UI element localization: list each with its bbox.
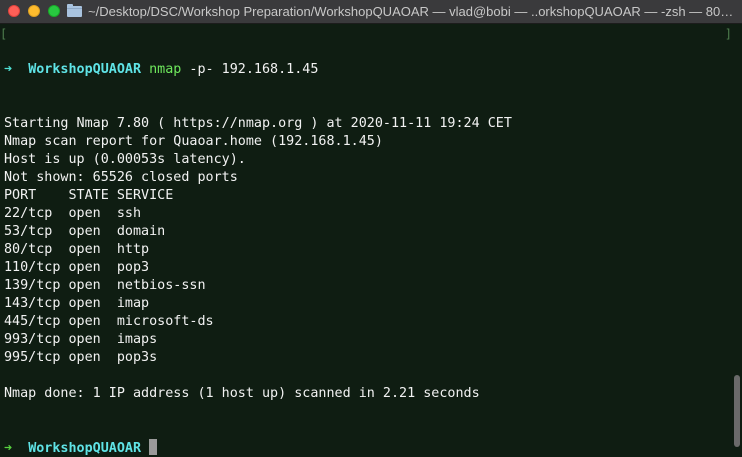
output-line: 995/tcp open pop3s: [4, 350, 158, 365]
window-title: ~/Desktop/DSC/Workshop Preparation/Works…: [88, 4, 734, 19]
output-line: 22/tcp open ssh: [4, 206, 142, 221]
output-line: Host is up (0.00053s latency).: [4, 152, 246, 167]
prompt-directory: WorkshopQUAOAR: [28, 441, 142, 456]
scrollbar-thumb[interactable]: [734, 375, 740, 447]
text-cursor: [149, 439, 158, 455]
current-prompt-line[interactable]: ➜ WorkshopQUAOAR: [4, 439, 724, 457]
mark-bracket-right: ]: [724, 27, 732, 41]
command-output: Starting Nmap 7.80 ( https://nmap.org ) …: [4, 115, 724, 403]
close-icon[interactable]: [8, 5, 20, 17]
output-line: Not shown: 65526 closed ports: [4, 170, 238, 185]
output-line: 80/tcp open http: [4, 242, 150, 257]
terminal-window: ~/Desktop/DSC/Workshop Preparation/Works…: [0, 0, 742, 457]
title-bar[interactable]: ~/Desktop/DSC/Workshop Preparation/Works…: [0, 0, 742, 24]
prompt-arrow-icon: ➜: [4, 62, 13, 77]
command-name: nmap: [149, 62, 182, 77]
output-line: 993/tcp open imaps: [4, 332, 158, 347]
maximize-icon[interactable]: [48, 5, 60, 17]
prompt-arrow-icon: ➜: [4, 441, 13, 456]
output-line: 53/tcp open domain: [4, 224, 166, 239]
terminal-content[interactable]: ➜ WorkshopQUAOAR nmap -p- 192.168.1.45 S…: [4, 25, 724, 456]
prompt-directory: WorkshopQUAOAR: [28, 62, 142, 77]
folder-icon: [67, 4, 82, 17]
output-line: PORT STATE SERVICE: [4, 188, 174, 203]
output-line: 110/tcp open pop3: [4, 260, 150, 275]
output-line: 143/tcp open imap: [4, 296, 150, 311]
minimize-icon[interactable]: [28, 5, 40, 17]
output-line: Nmap scan report for Quaoar.home (192.16…: [4, 134, 383, 149]
output-line: Nmap done: 1 IP address (1 host up) scan…: [4, 386, 480, 401]
command-args: -p- 192.168.1.45: [181, 62, 319, 77]
command-line: ➜ WorkshopQUAOAR nmap -p- 192.168.1.45: [4, 61, 724, 79]
output-line: 445/tcp open microsoft-ds: [4, 314, 214, 329]
output-line: 139/tcp open netbios-ssn: [4, 278, 206, 293]
output-line: Starting Nmap 7.80 ( https://nmap.org ) …: [4, 116, 512, 131]
